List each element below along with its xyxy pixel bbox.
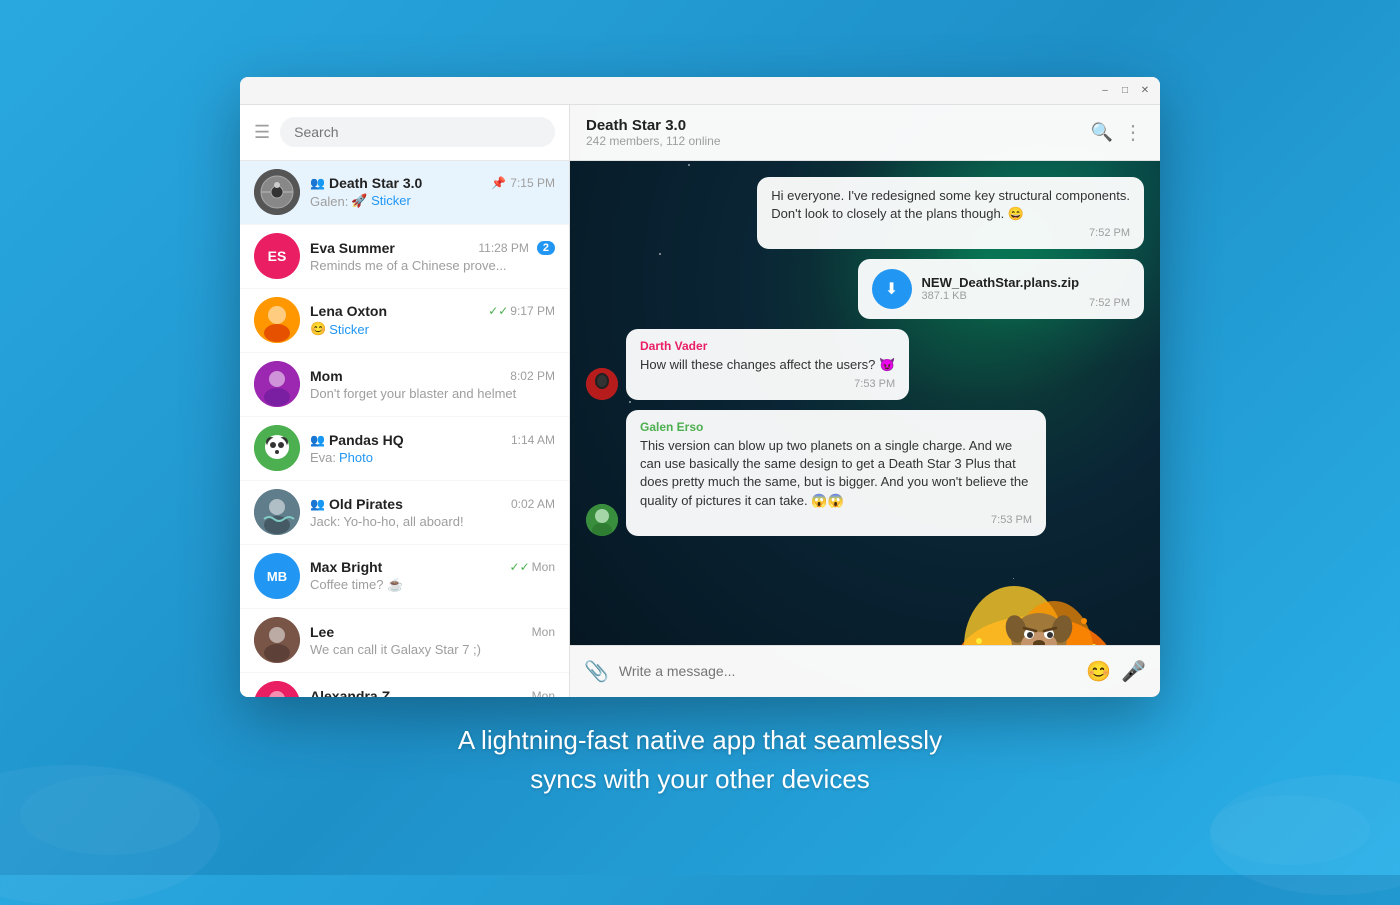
chat-title: Death Star 3.0 [586,117,1081,134]
sticker-container [924,546,1144,645]
chat-name-eva: Eva Summer [310,240,395,256]
chat-info-lee: Lee Mon We can call it Galaxy Star 7 ;) [310,624,555,657]
sender-name-galen: Galen Erso [640,420,1032,434]
chat-info-max-bright: Max Bright ✓✓ Mon Coffee time? ☕ [310,559,555,593]
avatar-eva: ES [254,233,300,279]
message-text-3: How will these changes affect the users?… [640,356,895,374]
chat-info-pandas: 👥 Pandas HQ 1:14 AM Eva: Photo [310,432,555,465]
file-info: NEW_DeathStar.plans.zip 387.1 KB [922,275,1079,302]
avatar-galen [586,504,618,536]
tagline-line2: syncs with your other devices [458,760,942,799]
app-window: – □ ✕ ☰ [240,77,1160,697]
chat-preview-mom: Don't forget your blaster and helmet [310,386,555,401]
chat-preview-death-star: Galen: 🚀 Sticker [310,193,555,209]
sender-name-darth: Darth Vader [640,339,895,353]
chat-item-max-bright[interactable]: MB Max Bright ✓✓ Mon Coffee time? ☕ [240,545,569,609]
emoji-icon[interactable]: 😊 [1086,659,1111,684]
chat-info-lena: Lena Oxton ✓✓ 9:17 PM 😊 Sticker [310,303,555,337]
file-name: NEW_DeathStar.plans.zip [922,275,1079,290]
chat-info-death-star: 👥 Death Star 3.0 📌 7:15 PM Galen: 🚀 Stic… [310,175,555,209]
chat-name-alexandra: Alexandra Z [310,688,390,697]
chat-name-lee: Lee [310,624,334,640]
chat-item-lee[interactable]: Lee Mon We can call it Galaxy Star 7 ;) [240,609,569,673]
tagline-line1: A lightning-fast native app that seamles… [458,721,942,760]
more-options-icon[interactable]: ⋮ [1123,120,1144,145]
chat-item-old-pirates[interactable]: 👥 Old Pirates 0:02 AM Jack: Yo-ho-ho, al… [240,481,569,545]
title-bar: – □ ✕ [240,77,1160,105]
chat-item-eva[interactable]: ES Eva Summer 11:28 PM 2 Reminds me of a… [240,225,569,289]
message-4-row: Galen Erso This version can blow up two … [586,410,1144,536]
file-size: 387.1 KB [922,290,1079,302]
messages-area: Hi everyone. I've redesigned some key st… [570,161,1160,645]
file-time: 7:52 PM [1089,297,1130,309]
sidebar: ☰ [240,105,570,697]
chat-name-lena: Lena Oxton [310,303,387,319]
chat-item-death-star[interactable]: 👥 Death Star 3.0 📌 7:15 PM Galen: 🚀 Stic… [240,161,569,225]
message-bubble-1: Hi everyone. I've redesigned some key st… [757,177,1144,249]
message-time-3: 7:53 PM [640,378,895,390]
minimize-button[interactable]: – [1098,83,1112,97]
close-button[interactable]: ✕ [1138,83,1152,97]
chat-info-eva: Eva Summer 11:28 PM 2 Reminds me of a Ch… [310,240,555,273]
app-body: ☰ [240,105,1160,697]
chat-item-alexandra[interactable]: Alexandra Z Mon Workout_Shedule.pdf [240,673,569,697]
input-bar: 📎 😊 🎤 [570,645,1160,697]
chat-preview-lena: 😊 Sticker [310,321,555,337]
chat-preview-pandas: Eva: Photo [310,450,555,465]
search-header-icon[interactable]: 🔍 [1091,122,1113,143]
file-download-icon[interactable]: ⬇ [872,269,912,309]
chat-info-old-pirates: 👥 Old Pirates 0:02 AM Jack: Yo-ho-ho, al… [310,496,555,529]
chat-name-death-star: 👥 Death Star 3.0 [310,175,422,191]
avatar-darth-vader [586,368,618,400]
message-text-4: This version can blow up two planets on … [640,437,1032,510]
sidebar-header: ☰ [240,105,569,161]
hamburger-icon[interactable]: ☰ [254,122,270,143]
sticker-image [924,546,1144,645]
chat-panel: Death Star 3.0 242 members, 112 online 🔍… [570,105,1160,697]
chat-name-pandas: 👥 Pandas HQ [310,432,404,448]
message-file: ⬇ NEW_DeathStar.plans.zip 387.1 KB 7:52 … [858,259,1144,319]
message-time-4: 7:53 PM [640,514,1032,526]
microphone-icon[interactable]: 🎤 [1121,659,1146,684]
message-bubble-4: Galen Erso This version can blow up two … [626,410,1046,536]
message-input[interactable] [619,663,1076,679]
message-time-1: 7:52 PM [771,227,1130,239]
avatar-death-star [254,169,300,215]
chat-preview-old-pirates: Jack: Yo-ho-ho, all aboard! [310,514,555,529]
pin-icon: 📌 [491,176,506,190]
tagline: A lightning-fast native app that seamles… [458,721,942,799]
chat-preview-eva: Reminds me of a Chinese prove... [310,258,555,273]
avatar-old-pirates [254,489,300,535]
chat-info-mom: Mom 8:02 PM Don't forget your blaster an… [310,368,555,401]
avatar-alexandra [254,681,300,697]
avatar-mom [254,361,300,407]
chat-name-old-pirates: 👥 Old Pirates [310,496,403,512]
chat-item-pandas[interactable]: 👥 Pandas HQ 1:14 AM Eva: Photo [240,417,569,481]
chat-header: Death Star 3.0 242 members, 112 online 🔍… [570,105,1160,161]
chat-info-alexandra: Alexandra Z Mon Workout_Shedule.pdf [310,688,555,697]
avatar-pandas [254,425,300,471]
message-1: Hi everyone. I've redesigned some key st… [757,177,1144,249]
chat-list: 👥 Death Star 3.0 📌 7:15 PM Galen: 🚀 Stic… [240,161,569,697]
message-bubble-3: Darth Vader How will these changes affec… [626,329,909,400]
message-3-row: Darth Vader How will these changes affec… [586,329,1144,400]
avatar-lena [254,297,300,343]
group-icon: 👥 [310,176,325,190]
maximize-button[interactable]: □ [1118,83,1132,97]
chat-name-max-bright: Max Bright [310,559,382,575]
message-text-1: Hi everyone. I've redesigned some key st… [771,187,1130,223]
avatar-lee [254,617,300,663]
chat-name-mom: Mom [310,368,343,384]
chat-preview-lee: We can call it Galaxy Star 7 ;) [310,642,555,657]
avatar-max-bright: MB [254,553,300,599]
attach-icon[interactable]: 📎 [584,659,609,684]
chat-preview-max-bright: Coffee time? ☕ [310,577,555,593]
chat-item-lena[interactable]: Lena Oxton ✓✓ 9:17 PM 😊 Sticker [240,289,569,353]
chat-item-mom[interactable]: Mom 8:02 PM Don't forget your blaster an… [240,353,569,417]
chat-subtitle: 242 members, 112 online [586,134,1081,148]
unread-badge-eva: 2 [537,241,555,255]
search-input[interactable] [280,117,555,147]
chat-header-info: Death Star 3.0 242 members, 112 online [586,117,1081,148]
